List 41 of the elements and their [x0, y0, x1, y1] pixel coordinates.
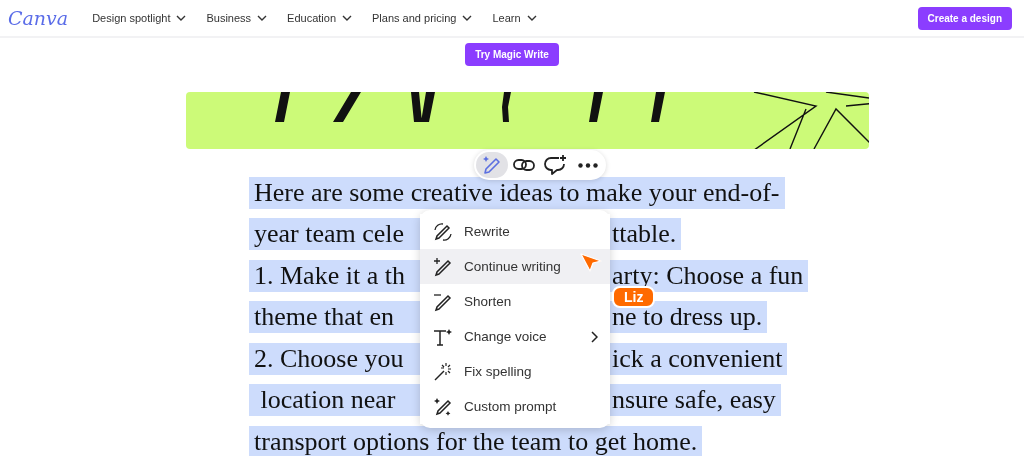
comment-add-icon: [544, 154, 568, 176]
nav-menu-item[interactable]: Plans and pricing: [364, 8, 481, 28]
link-icon: [513, 157, 535, 173]
document-text: 1. Make it a th: [254, 260, 405, 291]
create-design-button[interactable]: Create a design: [917, 6, 1012, 30]
chevron-icon: [257, 15, 268, 21]
cursor-pointer-icon: [580, 252, 602, 272]
nav-menu-item[interactable]: Education: [279, 8, 361, 28]
document-text: 2. Choose you: [254, 343, 404, 374]
magic-write-button[interactable]: Try Magic Write: [465, 43, 559, 66]
chevron-icon: [462, 15, 473, 21]
magic-wand-icon: [433, 361, 453, 382]
document-text: year team cele: [254, 219, 405, 250]
chevron-icon: [176, 15, 187, 21]
document-text: ick a convenient: [612, 343, 783, 374]
nav-menu-item[interactable]: Design spotlight: [84, 8, 195, 28]
document-text: transport options for the team to get home.: [249, 425, 703, 456]
chevron-icon: [526, 15, 537, 21]
menu-item[interactable]: Custom prompt: [420, 389, 610, 424]
pencil-sparkle-icon: [433, 396, 453, 417]
magic-write-tool[interactable]: [476, 152, 508, 178]
collaborator-name-tag: Liz: [612, 286, 656, 308]
menu-item[interactable]: Change voice: [420, 319, 610, 354]
document-text: location near: [259, 385, 396, 416]
document-text: ttable.: [612, 219, 677, 250]
document-text: Here are some creative ideas to make your end-of-: [249, 176, 785, 209]
nav-menu-item[interactable]: Learn: [484, 8, 545, 28]
menu-item[interactable]: Fix spelling: [420, 354, 610, 389]
pencil-arrows-icon: [433, 221, 453, 242]
more-icon: [578, 162, 598, 168]
menu-item[interactable]: Shorten: [420, 284, 610, 319]
logo[interactable]: Canva: [8, 7, 69, 29]
document-text: theme that en: [254, 302, 395, 333]
sparkle-pencil-icon: [481, 154, 503, 176]
menu-item[interactable]: Rewrite: [420, 214, 610, 249]
chevron-icon: [342, 15, 353, 21]
menu-item[interactable]: Continue writing: [420, 249, 610, 284]
nav-menu-item[interactable]: Business: [198, 8, 276, 28]
document-text: nsure safe, easy: [612, 385, 776, 416]
pencil-minus-icon: [433, 291, 453, 312]
pencil-plus-icon: [433, 256, 453, 277]
